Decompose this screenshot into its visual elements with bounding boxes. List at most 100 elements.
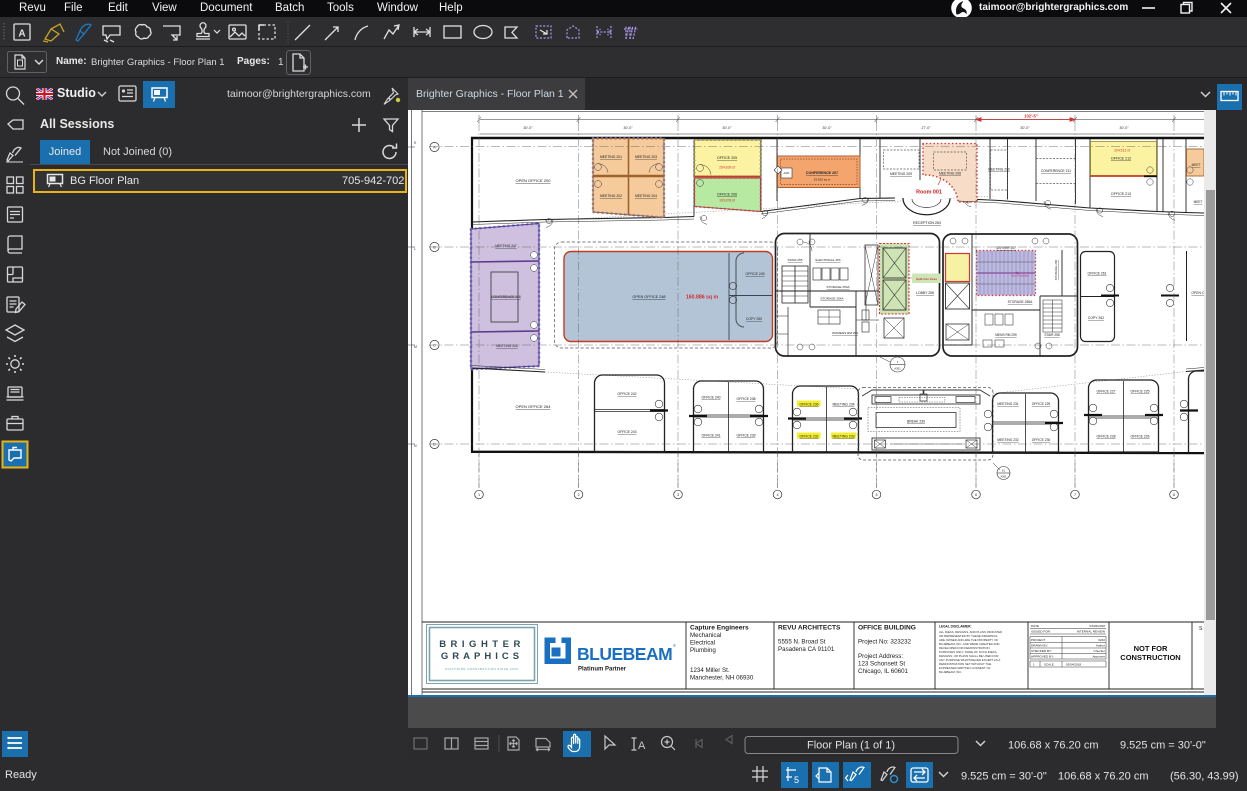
- svg-text:STORAGE 260: STORAGE 260: [1054, 259, 1058, 280]
- svg-text:30'-0": 30'-0": [523, 126, 533, 130]
- svg-text:DRAWN BY:: DRAWN BY:: [1031, 644, 1048, 648]
- svg-text:OFFICE 240: OFFICE 240: [701, 396, 720, 400]
- svg-text:OFFICE 243: OFFICE 243: [617, 430, 636, 434]
- svg-text:23.652 sq m: 23.652 sq m: [814, 178, 831, 182]
- svg-text:9.525 cm = 30'-0": 9.525 cm = 30'-0": [1120, 740, 1206, 752]
- svg-text:A: A: [433, 145, 436, 150]
- svg-text:STORAGE 256A: STORAGE 256A: [1008, 300, 1033, 304]
- svg-text:2: 2: [577, 493, 579, 497]
- svg-text:BRIGHTER: BRIGHTER: [439, 639, 525, 650]
- svg-text:OFFICE 212: OFFICE 212: [1111, 157, 1131, 161]
- svg-text:MEETING 209: MEETING 209: [890, 172, 912, 176]
- svg-text:OFFICE 206: OFFICE 206: [717, 193, 737, 197]
- svg-text:OFFICE 261: OFFICE 261: [1087, 272, 1106, 276]
- svg-text:Author: Author: [1096, 644, 1105, 648]
- svg-text:Electrical: Electrical: [690, 640, 715, 647]
- svg-text:MEETING 203: MEETING 203: [635, 155, 657, 159]
- svg-text:SCALE: SCALE: [1044, 663, 1054, 667]
- svg-text:COPY 262: COPY 262: [1088, 316, 1104, 320]
- svg-text:A301: A301: [1000, 475, 1007, 479]
- svg-text:MEETING 232: MEETING 232: [997, 438, 1019, 442]
- svg-text:30'-0": 30'-0": [623, 126, 633, 130]
- svg-text:1234 Miller St.: 1234 Miller St.: [690, 667, 730, 674]
- svg-text:MEET: MEET: [1192, 163, 1201, 167]
- svg-text:DATE: DATE: [1031, 624, 1039, 628]
- svg-text:A101: A101: [783, 171, 790, 175]
- svg-text:STORAGE 254A: STORAGE 254A: [820, 297, 844, 301]
- svg-text:MEETING 202: MEETING 202: [600, 194, 622, 198]
- svg-text:Project No: 323232: Project No: 323232: [858, 639, 912, 646]
- svg-text:OPEN OFFICE 264: OPEN OFFICE 264: [516, 404, 552, 409]
- svg-text:193.878 sf: 193.878 sf: [719, 199, 735, 203]
- svg-text:Checker: Checker: [1093, 649, 1105, 653]
- svg-text:106.68 x 76.20 cm: 106.68 x 76.20 cm: [1008, 740, 1099, 752]
- svg-text:OFFICE 242: OFFICE 242: [617, 392, 636, 396]
- svg-text:OFFICE 225: OFFICE 225: [1130, 390, 1149, 394]
- svg-text:30'-0": 30'-0": [722, 126, 732, 130]
- svg-text:COPY 250: COPY 250: [746, 317, 762, 321]
- svg-text:8: 8: [1173, 493, 1175, 497]
- svg-text:1: 1: [478, 493, 480, 497]
- svg-text:STAIR 255: STAIR 255: [788, 258, 803, 262]
- svg-text:Manchester, NH 06930: Manchester, NH 06930: [690, 675, 754, 682]
- svg-text:MEETING 210: MEETING 210: [988, 168, 1010, 172]
- svg-text:A301: A301: [894, 367, 901, 371]
- svg-text:WOMENS RM 254: WOMENS RM 254: [832, 331, 858, 335]
- svg-text:CONFERENCE 207: CONFERENCE 207: [806, 171, 838, 175]
- svg-text:MEET: MEET: [1194, 200, 1203, 204]
- svg-text:OFFICE 230: OFFICE 230: [1032, 438, 1051, 442]
- svg-text:OFFICE 205: OFFICE 205: [717, 156, 737, 160]
- svg-text:MEETING 201: MEETING 201: [600, 155, 622, 159]
- svg-text:160.886 sq m: 160.886 sq m: [686, 295, 719, 301]
- svg-text:OFFICE 241: OFFICE 241: [701, 434, 720, 438]
- svg-text:OPEN O: OPEN O: [1191, 291, 1204, 295]
- svg-text:ISSUED FOR:: ISSUED FOR:: [1031, 630, 1051, 634]
- svg-text:254.839 sf: 254.839 sf: [719, 166, 735, 170]
- svg-text:(56.30, 43.99): (56.30, 43.99): [1170, 771, 1239, 783]
- svg-text:K: K: [414, 141, 417, 145]
- svg-text:LOBBY 258: LOBBY 258: [916, 291, 934, 295]
- svg-text:RECEPTION 263: RECEPTION 263: [913, 221, 941, 225]
- svg-text:Approver: Approver: [1092, 655, 1105, 659]
- svg-text:A: A: [638, 740, 646, 752]
- svg-text:STORAGE 253A: STORAGE 253A: [826, 285, 850, 289]
- svg-text:OFFICE 238: OFFICE 238: [736, 397, 755, 401]
- svg-text:®: ®: [673, 643, 676, 648]
- svg-text:S: S: [1199, 626, 1203, 632]
- svg-text:OFFICE 239: OFFICE 239: [736, 434, 755, 438]
- svg-text:123 Schonsett St: 123 Schonsett St: [858, 661, 905, 668]
- svg-text:OFFICE 213: OFFICE 213: [1111, 192, 1131, 196]
- svg-text:A: A: [18, 29, 25, 40]
- svg-text:LEGAL DISCLAIMER:: LEGAL DISCLAIMER:: [939, 625, 972, 629]
- svg-text:BLUEBEAM, INC.: BLUEBEAM, INC.: [939, 670, 962, 674]
- svg-text:30'-0": 30'-0": [1020, 126, 1030, 130]
- svg-text:9.525 cm = 30'-0": 9.525 cm = 30'-0": [961, 771, 1047, 783]
- svg-text:M: M: [414, 345, 417, 349]
- svg-text:L: L: [414, 247, 416, 251]
- svg-text:Plumbing: Plumbing: [690, 647, 716, 654]
- svg-text:MEETING 234: MEETING 234: [832, 403, 854, 407]
- svg-text:OFFICE 228: OFFICE 228: [1096, 435, 1115, 439]
- svg-text:4: 4: [776, 493, 778, 497]
- svg-text:6: 6: [975, 493, 977, 497]
- svg-text:204.512 sf: 204.512 sf: [1114, 149, 1130, 153]
- svg-text:MEETING 233: MEETING 233: [832, 435, 854, 439]
- svg-text:OPEN OFFICE 200: OPEN OFFICE 200: [516, 178, 552, 183]
- svg-text:DIGITISING CONSTRUCTION SINCE: DIGITISING CONSTRUCTION SINCE 2002: [446, 667, 519, 671]
- svg-text:ELECTRICAL 253: ELECTRICAL 253: [816, 258, 841, 262]
- svg-text:STAIR 256: STAIR 256: [1044, 333, 1060, 337]
- svg-text:MENS RM 259: MENS RM 259: [995, 333, 1016, 337]
- svg-text:MEETING 245: MEETING 245: [496, 344, 518, 348]
- svg-text:30'-0": 30'-0": [1119, 126, 1129, 130]
- svg-text:Project Address:: Project Address:: [858, 653, 903, 660]
- svg-text:OFFICE 229: OFFICE 229: [1032, 402, 1051, 406]
- svg-text:PROJECT: PROJECT: [1031, 638, 1046, 642]
- svg-text:106.68 x 76.20 cm: 106.68 x 76.20 cm: [1058, 771, 1149, 783]
- svg-text:MEETING 231: MEETING 231: [997, 402, 1019, 406]
- svg-text:3: 3: [677, 493, 679, 497]
- svg-text:OFFICE 227: OFFICE 227: [1096, 390, 1115, 394]
- svg-text:REVU ARCHITECTS: REVU ARCHITECTS: [778, 625, 841, 632]
- svg-text:BLUEBEAM: BLUEBEAM: [577, 644, 672, 664]
- svg-text:Pasadena CA 91101: Pasadena CA 91101: [778, 646, 835, 653]
- svg-text:27'-0": 27'-0": [921, 126, 931, 130]
